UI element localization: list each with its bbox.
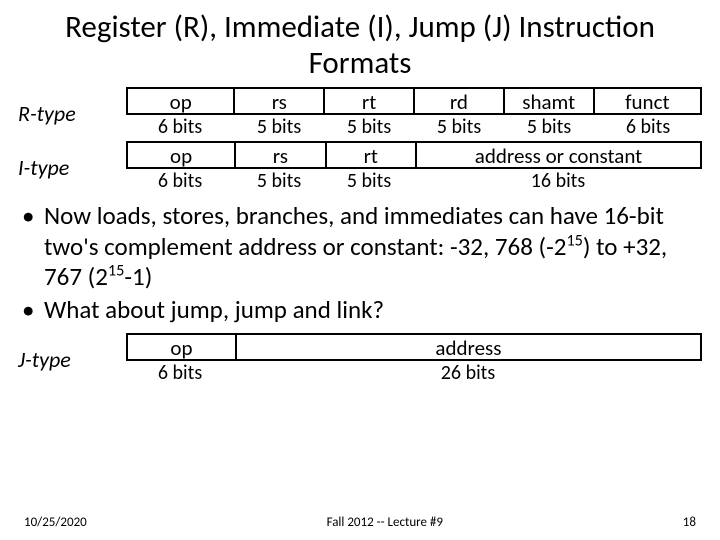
footer-page: 18 bbox=[683, 515, 696, 530]
jtype-field-addr: address bbox=[237, 333, 702, 361]
bullet-item: Now loads, stores, branches, and immedia… bbox=[44, 201, 698, 293]
itype-field-op: op bbox=[126, 141, 236, 169]
rtype-bits: 6 bits bbox=[126, 115, 234, 139]
itype-bits: 5 bits bbox=[324, 169, 414, 193]
rtype-table: op rs rt rd shamt funct 6 bits 5 bits 5 … bbox=[126, 87, 702, 139]
rtype-bits: 5 bits bbox=[504, 115, 594, 139]
footer-date: 10/25/2020 bbox=[24, 515, 87, 530]
rtype-label: R-type bbox=[18, 100, 126, 127]
itype-field-addr: address or constant bbox=[417, 141, 702, 169]
rtype-bits: 6 bits bbox=[594, 115, 702, 139]
bullet-list: Now loads, stores, branches, and immedia… bbox=[0, 193, 720, 331]
jtype-table: op address 6 bits 26 bits bbox=[126, 333, 702, 385]
itype-table: op rs rt address or constant 6 bits 5 bi… bbox=[126, 141, 702, 193]
rtype-bits: 5 bits bbox=[234, 115, 324, 139]
superscript: 15 bbox=[108, 262, 124, 281]
rtype-row: R-type op rs rt rd shamt funct 6 bits 5 … bbox=[0, 87, 720, 139]
rtype-field-shamt: shamt bbox=[505, 87, 595, 115]
rtype-field-rs: rs bbox=[235, 87, 325, 115]
itype-field-rs: rs bbox=[236, 141, 326, 169]
bullet-item: What about jump, jump and link? bbox=[44, 295, 698, 326]
rtype-field-rd: rd bbox=[415, 87, 505, 115]
slide-title: Register (R), Immediate (I), Jump (J) In… bbox=[0, 0, 720, 87]
jtype-label: J-type bbox=[18, 346, 126, 373]
itype-bits: 16 bits bbox=[414, 169, 702, 193]
itype-row: I-type op rs rt address or constant 6 bi… bbox=[0, 141, 720, 193]
footer-center: Fall 2012 -- Lecture #9 bbox=[327, 515, 443, 530]
jtype-bits: 26 bits bbox=[234, 361, 702, 385]
itype-bits: 6 bits bbox=[126, 169, 234, 193]
rtype-field-op: op bbox=[126, 87, 235, 115]
itype-bits: 5 bits bbox=[234, 169, 324, 193]
rtype-bits: 5 bits bbox=[324, 115, 414, 139]
itype-field-rt: rt bbox=[327, 141, 417, 169]
rtype-bits: 5 bits bbox=[414, 115, 504, 139]
itype-label: I-type bbox=[18, 154, 126, 181]
rtype-field-funct: funct bbox=[595, 87, 702, 115]
jtype-bits: 6 bits bbox=[126, 361, 234, 385]
rtype-field-rt: rt bbox=[325, 87, 415, 115]
jtype-field-op: op bbox=[126, 333, 237, 361]
superscript: 15 bbox=[566, 231, 582, 250]
jtype-row: J-type op address 6 bits 26 bits bbox=[0, 333, 720, 385]
slide-footer: 10/25/2020 Fall 2012 -- Lecture #9 18 bbox=[0, 515, 720, 530]
bullet-text: -1) bbox=[124, 261, 152, 292]
